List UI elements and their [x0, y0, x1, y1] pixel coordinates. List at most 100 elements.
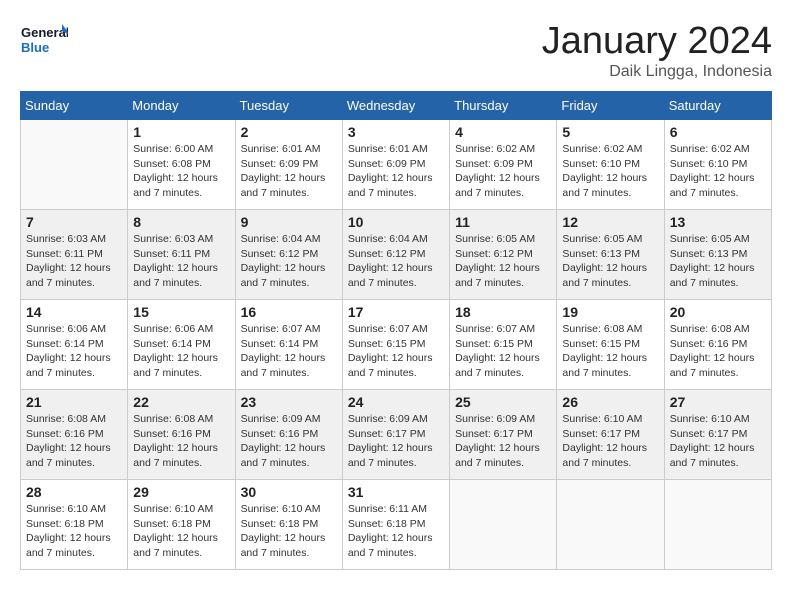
calendar-cell: 29Sunrise: 6:10 AMSunset: 6:18 PMDayligh… — [128, 480, 235, 570]
month-title: January 2024 — [542, 20, 772, 63]
svg-text:Blue: Blue — [21, 40, 49, 55]
day-detail: Sunrise: 6:10 AMSunset: 6:18 PMDaylight:… — [241, 502, 337, 561]
weekday-header-monday: Monday — [128, 92, 235, 120]
day-detail: Sunrise: 6:10 AMSunset: 6:17 PMDaylight:… — [562, 412, 658, 471]
page-header: General Blue January 2024 Daik Lingga, I… — [20, 20, 772, 81]
week-row-3: 14 Sunrise: 6:06 AMSunset: 6:14 PMDayligh… — [21, 300, 772, 390]
weekday-header-thursday: Thursday — [450, 92, 557, 120]
week-row-2: 7 Sunrise: 6:03 AMSunset: 6:11 PMDaylight… — [21, 210, 772, 300]
day-number: 10 — [348, 214, 444, 230]
day-number: 14 — [26, 304, 122, 320]
calendar-cell: 20 Sunrise: 6:08 AMSunset: 6:16 PMDayligh… — [664, 300, 771, 390]
day-detail: Sunrise: 6:07 AMSunset: 6:14 PMDaylight:… — [241, 322, 337, 381]
day-detail: Sunrise: 6:08 AMSunset: 6:16 PMDaylight:… — [26, 412, 122, 471]
day-number: 11 — [455, 214, 551, 230]
calendar-cell: 2 Sunrise: 6:01 AMSunset: 6:09 PMDaylight… — [235, 120, 342, 210]
day-number: 8 — [133, 214, 229, 230]
day-number: 19 — [562, 304, 658, 320]
day-detail: Sunrise: 6:07 AMSunset: 6:15 PMDaylight:… — [455, 322, 551, 381]
day-number: 21 — [26, 394, 122, 410]
weekday-header-wednesday: Wednesday — [342, 92, 449, 120]
day-detail: Sunrise: 6:02 AMSunset: 6:10 PMDaylight:… — [562, 142, 658, 201]
day-number: 16 — [241, 304, 337, 320]
day-detail: Sunrise: 6:01 AMSunset: 6:09 PMDaylight:… — [348, 142, 444, 201]
day-detail: Sunrise: 6:09 AMSunset: 6:17 PMDaylight:… — [348, 412, 444, 471]
day-detail: Sunrise: 6:10 AMSunset: 6:17 PMDaylight:… — [670, 412, 766, 471]
day-number: 23 — [241, 394, 337, 410]
day-number: 26 — [562, 394, 658, 410]
day-number: 25 — [455, 394, 551, 410]
calendar-cell — [557, 480, 664, 570]
calendar-cell: 1Sunrise: 6:00 AMSunset: 6:08 PMDaylight… — [128, 120, 235, 210]
location-title: Daik Lingga, Indonesia — [542, 63, 772, 81]
day-detail: Sunrise: 6:08 AMSunset: 6:16 PMDaylight:… — [670, 322, 766, 381]
calendar-cell: 21 Sunrise: 6:08 AMSunset: 6:16 PMDayligh… — [21, 390, 128, 480]
calendar-cell — [21, 120, 128, 210]
calendar-table: SundayMondayTuesdayWednesdayThursdayFrid… — [20, 91, 772, 570]
day-number: 1 — [133, 124, 229, 140]
calendar-cell: 7Sunrise: 6:03 AMSunset: 6:11 PMDaylight… — [21, 210, 128, 300]
weekday-header-saturday: Saturday — [664, 92, 771, 120]
calendar-cell — [664, 480, 771, 570]
day-detail: Sunrise: 6:06 AMSunset: 6:14 PMDaylight:… — [133, 322, 229, 381]
week-row-4: 21 Sunrise: 6:08 AMSunset: 6:16 PMDayligh… — [21, 390, 772, 480]
weekday-header-row: SundayMondayTuesdayWednesdayThursdayFrid… — [21, 92, 772, 120]
day-number: 7 — [26, 214, 122, 230]
day-number: 13 — [670, 214, 766, 230]
calendar-cell: 22 Sunrise: 6:08 AMSunset: 6:16 PMDayligh… — [128, 390, 235, 480]
calendar-cell: 31Sunrise: 6:11 AMSunset: 6:18 PMDayligh… — [342, 480, 449, 570]
day-number: 27 — [670, 394, 766, 410]
day-detail: Sunrise: 6:02 AMSunset: 6:09 PMDaylight:… — [455, 142, 551, 201]
day-number: 12 — [562, 214, 658, 230]
day-detail: Sunrise: 6:04 AMSunset: 6:12 PMDaylight:… — [241, 232, 337, 291]
day-detail: Sunrise: 6:02 AMSunset: 6:10 PMDaylight:… — [670, 142, 766, 201]
day-detail: Sunrise: 6:08 AMSunset: 6:15 PMDaylight:… — [562, 322, 658, 381]
day-detail: Sunrise: 6:09 AMSunset: 6:17 PMDaylight:… — [455, 412, 551, 471]
calendar-cell: 5 Sunrise: 6:02 AMSunset: 6:10 PMDaylight… — [557, 120, 664, 210]
day-number: 24 — [348, 394, 444, 410]
day-number: 5 — [562, 124, 658, 140]
calendar-cell: 23Sunrise: 6:09 AMSunset: 6:16 PMDayligh… — [235, 390, 342, 480]
title-block: January 2024 Daik Lingga, Indonesia — [542, 20, 772, 81]
calendar-cell: 10Sunrise: 6:04 AMSunset: 6:12 PMDayligh… — [342, 210, 449, 300]
calendar-cell: 26 Sunrise: 6:10 AMSunset: 6:17 PMDayligh… — [557, 390, 664, 480]
day-detail: Sunrise: 6:06 AMSunset: 6:14 PMDaylight:… — [26, 322, 122, 381]
day-number: 4 — [455, 124, 551, 140]
day-number: 6 — [670, 124, 766, 140]
day-number: 15 — [133, 304, 229, 320]
calendar-cell: 3 Sunrise: 6:01 AMSunset: 6:09 PMDaylight… — [342, 120, 449, 210]
day-detail: Sunrise: 6:07 AMSunset: 6:15 PMDaylight:… — [348, 322, 444, 381]
calendar-cell: 27 Sunrise: 6:10 AMSunset: 6:17 PMDayligh… — [664, 390, 771, 480]
day-detail: Sunrise: 6:05 AMSunset: 6:13 PMDaylight:… — [670, 232, 766, 291]
weekday-header-friday: Friday — [557, 92, 664, 120]
weekday-header-tuesday: Tuesday — [235, 92, 342, 120]
calendar-cell: 6 Sunrise: 6:02 AMSunset: 6:10 PMDaylight… — [664, 120, 771, 210]
calendar-cell: 12Sunrise: 6:05 AMSunset: 6:13 PMDayligh… — [557, 210, 664, 300]
day-number: 31 — [348, 484, 444, 500]
weekday-header-sunday: Sunday — [21, 92, 128, 120]
day-number: 9 — [241, 214, 337, 230]
day-detail: Sunrise: 6:08 AMSunset: 6:16 PMDaylight:… — [133, 412, 229, 471]
week-row-1: 1Sunrise: 6:00 AMSunset: 6:08 PMDaylight… — [21, 120, 772, 210]
calendar-cell: 4 Sunrise: 6:02 AMSunset: 6:09 PMDaylight… — [450, 120, 557, 210]
day-detail: Sunrise: 6:01 AMSunset: 6:09 PMDaylight:… — [241, 142, 337, 201]
day-number: 29 — [133, 484, 229, 500]
day-detail: Sunrise: 6:10 AMSunset: 6:18 PMDaylight:… — [26, 502, 122, 561]
calendar-cell: 18Sunrise: 6:07 AMSunset: 6:15 PMDayligh… — [450, 300, 557, 390]
logo: General Blue — [20, 20, 68, 60]
day-number: 17 — [348, 304, 444, 320]
svg-text:General: General — [21, 25, 68, 40]
calendar-cell: 19 Sunrise: 6:08 AMSunset: 6:15 PMDayligh… — [557, 300, 664, 390]
calendar-cell: 11Sunrise: 6:05 AMSunset: 6:12 PMDayligh… — [450, 210, 557, 300]
calendar-cell: 15 Sunrise: 6:06 AMSunset: 6:14 PMDayligh… — [128, 300, 235, 390]
calendar-cell: 30 Sunrise: 6:10 AMSunset: 6:18 PMDayligh… — [235, 480, 342, 570]
calendar-cell: 17 Sunrise: 6:07 AMSunset: 6:15 PMDayligh… — [342, 300, 449, 390]
day-number: 20 — [670, 304, 766, 320]
calendar-cell: 8 Sunrise: 6:03 AMSunset: 6:11 PMDaylight… — [128, 210, 235, 300]
day-number: 22 — [133, 394, 229, 410]
day-detail: Sunrise: 6:03 AMSunset: 6:11 PMDaylight:… — [133, 232, 229, 291]
day-number: 3 — [348, 124, 444, 140]
day-number: 2 — [241, 124, 337, 140]
logo-svg: General Blue — [20, 20, 68, 60]
day-number: 30 — [241, 484, 337, 500]
